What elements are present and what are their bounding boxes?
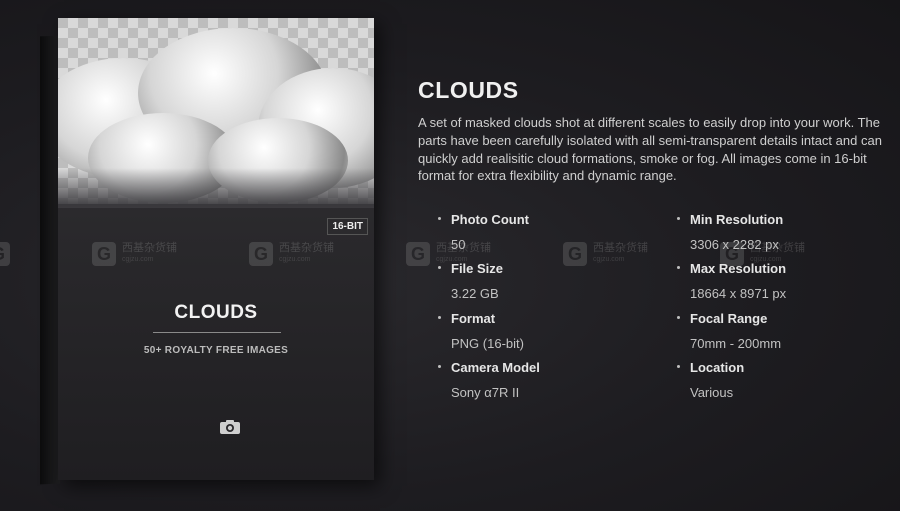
spec-focal-range: Focal Range 70mm - 200mm	[677, 310, 786, 360]
box-spine	[40, 35, 60, 485]
spec-value: Various	[690, 384, 734, 400]
spec-value: 70mm - 200mm	[690, 335, 782, 351]
spec-format: Format PNG (16-bit)	[438, 310, 540, 360]
bullet-icon	[677, 364, 680, 368]
bullet-icon	[438, 364, 441, 368]
watermark: G 西基杂货铺 cgjzu.com	[249, 242, 334, 266]
spec-value: Sony α7R II	[451, 384, 520, 400]
spec-value: 3306 x 2282 px	[690, 237, 779, 252]
bit-depth-badge: 16-BIT	[327, 218, 368, 235]
box-subtitle: 50+ ROYALTY FREE IMAGES	[143, 345, 289, 356]
spec-label: File Size	[451, 261, 504, 277]
spec-label: Max Resolution	[690, 261, 787, 277]
spec-value: 50	[451, 237, 466, 252]
bullet-icon	[438, 217, 441, 220]
box-title: CLOUDS	[174, 302, 258, 323]
watermark-logo-icon: G	[92, 242, 116, 266]
bullet-icon	[438, 315, 441, 319]
spec-label: Photo Count	[451, 212, 529, 227]
clouds-fade	[58, 168, 374, 208]
watermark: G 西基杂货铺 cgjzu.com	[92, 242, 177, 266]
box-divider	[153, 332, 281, 333]
spec-label: Format	[451, 310, 496, 326]
product-description: A set of masked clouds shot at different…	[418, 115, 882, 184]
spec-label: Location	[690, 359, 745, 375]
watermark-text: 西基杂货铺	[279, 242, 334, 254]
spec-value: 3.22 GB	[451, 286, 499, 302]
spec-label: Min Resolution	[690, 212, 784, 227]
watermark-url: cgjzu.com	[279, 256, 311, 263]
spec-photo-count: Photo Count 50	[438, 212, 540, 261]
spec-location: Location Various	[677, 359, 786, 409]
camera-icon	[220, 420, 240, 434]
watermark-logo-icon: G	[406, 242, 430, 266]
spec-label: Focal Range	[690, 310, 768, 326]
watermark-logo-icon: G	[249, 242, 273, 266]
spec-file-size: File Size 3.22 GB	[438, 261, 540, 310]
watermark-text: 西基杂货铺	[122, 242, 177, 254]
bullet-icon	[677, 315, 680, 319]
spec-max-resolution: Max Resolution 18664 x 8971 px	[677, 261, 787, 310]
spec-value: 18664 x 8971 px	[690, 286, 787, 302]
spec-min-resolution: Min Resolution 3306 x 2282 px	[677, 212, 786, 261]
specs-right-column: Min Resolution 3306 x 2282 px Max Resolu…	[677, 212, 787, 409]
watermark: G	[0, 242, 10, 266]
spec-label: Camera Model	[451, 359, 540, 375]
bullet-icon	[677, 217, 680, 220]
watermark-url: cgjzu.com	[593, 256, 625, 263]
spec-camera-model: Camera Model Sony α7R II	[438, 359, 540, 409]
watermark: G 西基杂货铺 cgjzu.com	[563, 242, 648, 266]
spec-value: PNG (16-bit)	[451, 335, 524, 351]
watermark-logo-icon: G	[0, 242, 10, 266]
watermark-text: 西基杂货铺	[593, 242, 648, 254]
watermark-logo-icon: G	[563, 242, 587, 266]
specs-left-column: Photo Count 50 File Size 3.22 GB Format …	[438, 212, 540, 409]
product-title: CLOUDS	[418, 77, 519, 103]
watermark-url: cgjzu.com	[122, 256, 154, 263]
